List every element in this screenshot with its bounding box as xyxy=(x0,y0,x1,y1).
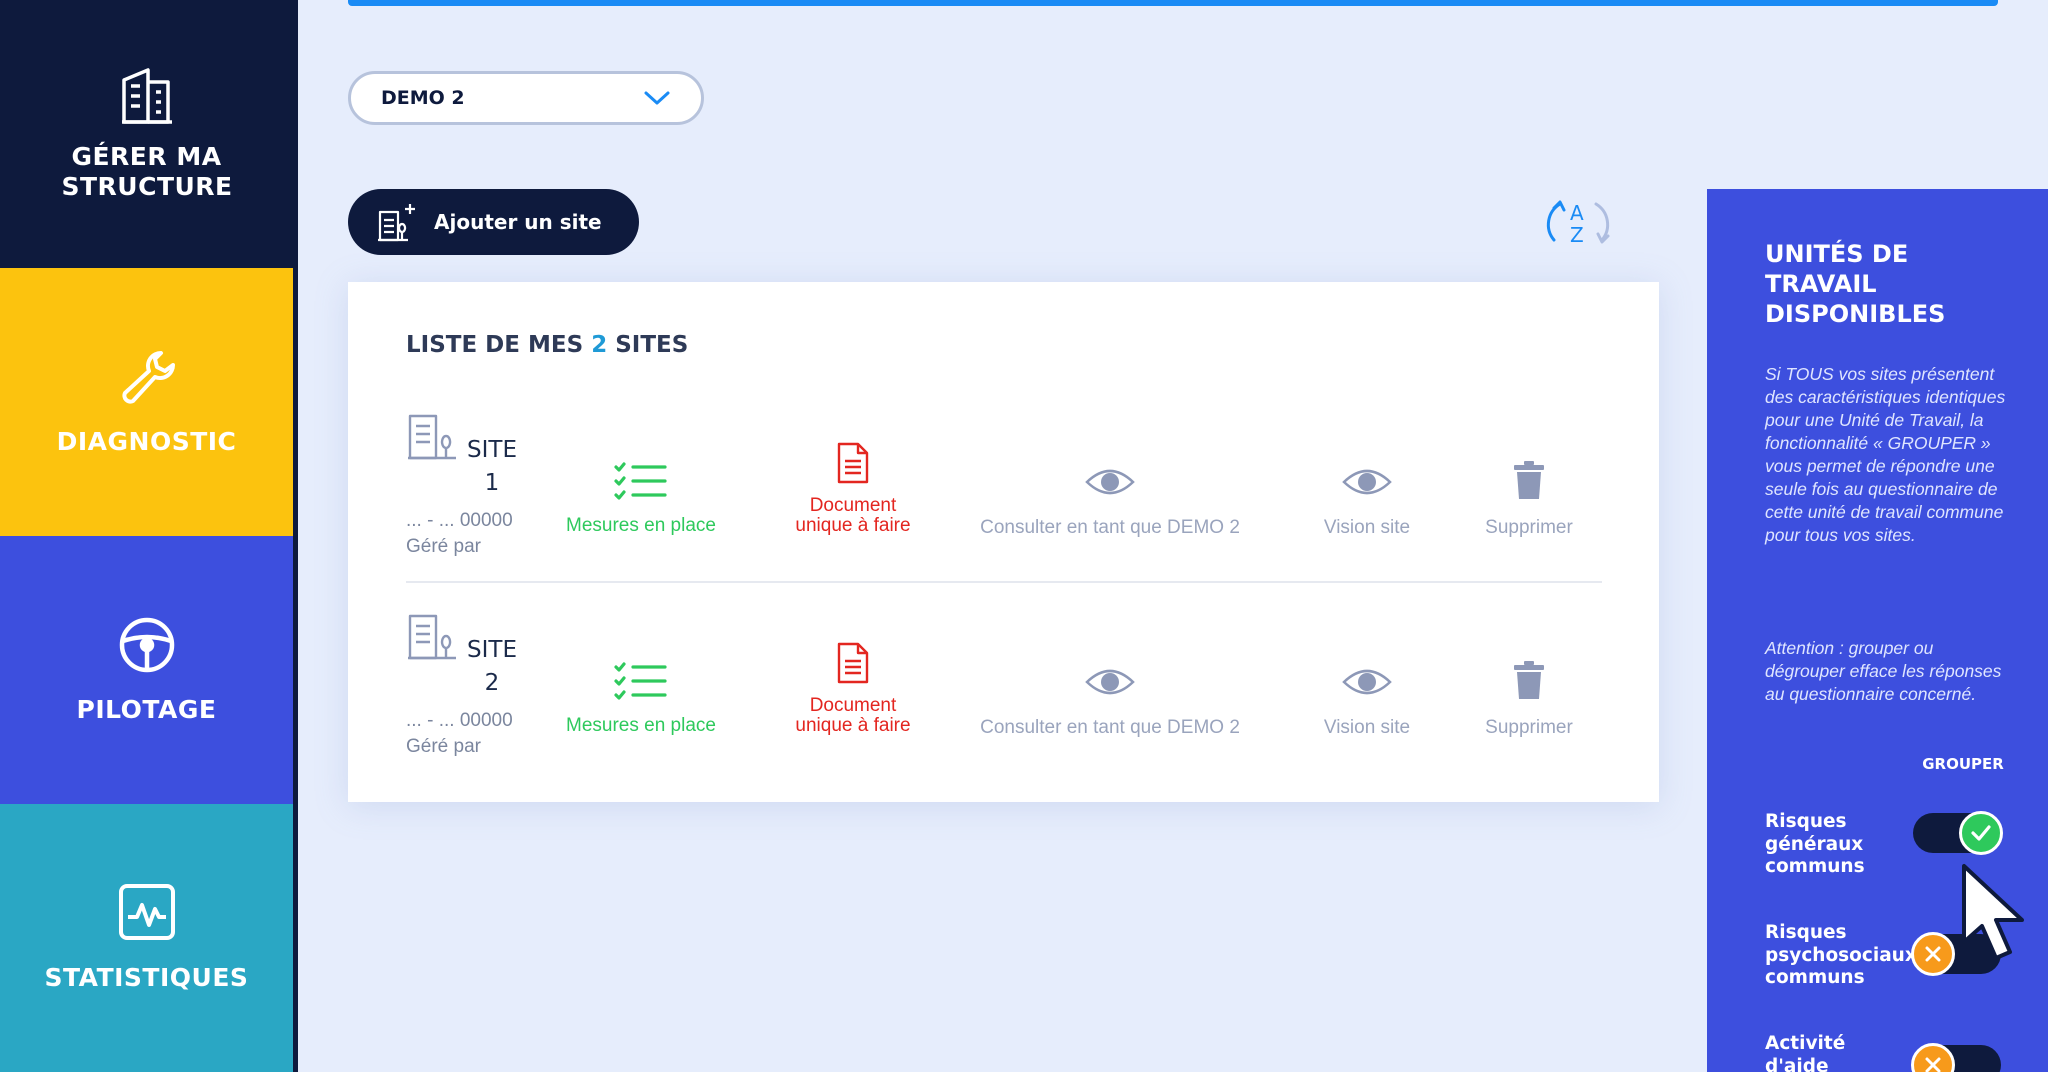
mesures-en-place-link[interactable]: Mesures en place xyxy=(546,462,736,536)
mesures-label: Mesures en place xyxy=(566,715,716,736)
checklist-icon xyxy=(614,662,667,700)
sidebar-item-label: DIAGNOSTIC xyxy=(56,427,237,456)
sidebar-item-label: STATISTIQUES xyxy=(44,963,249,992)
eye-icon xyxy=(1342,669,1392,695)
vision-label: Vision site xyxy=(1323,517,1411,538)
work-unit-label: Risques généraux communs xyxy=(1765,811,1865,877)
sidebar-item-pilotage[interactable]: PILOTAGE xyxy=(0,536,293,804)
sidebar-item-statistiques[interactable]: STATISTIQUES xyxy=(0,804,293,1072)
site-row: SITE 2 ... - ... 00000 Géré par Mesures … xyxy=(406,612,1606,782)
sidebar-item-label: GÉRER MA STRUCTURE xyxy=(61,142,233,201)
panel-warning: Attention : grouper ou dégrouper efface … xyxy=(1765,638,2002,704)
mesures-en-place-link[interactable]: Mesures en place xyxy=(546,662,736,736)
group-toggle[interactable] xyxy=(1913,811,2003,855)
sort-az-button[interactable]: A Z xyxy=(1540,192,1616,252)
group-column-header: GROUPER xyxy=(1922,755,2004,773)
eye-icon xyxy=(1085,469,1135,495)
site-address: ... - ... 00000 xyxy=(406,710,513,731)
sites-count: 2 xyxy=(591,332,608,358)
sidebar: GÉRER MA STRUCTURE DIAGNOSTIC PILOTAGE S… xyxy=(0,0,298,1072)
activity-chart-icon xyxy=(118,884,175,940)
close-icon xyxy=(1911,1043,1955,1072)
sites-list-title: LISTE DE MES 2 SITES xyxy=(406,332,688,358)
eye-icon xyxy=(1342,469,1392,495)
consult-label: Consulter en tant que DEMO 2 xyxy=(980,717,1240,738)
trash-icon xyxy=(1514,661,1544,699)
work-unit-label: Risques psychosociaux communs xyxy=(1765,922,1917,988)
title-suffix: SITES xyxy=(615,332,689,358)
site-manager: Géré par xyxy=(406,536,481,557)
document-icon xyxy=(837,442,869,484)
organization-select-value: DEMO 2 xyxy=(381,87,465,109)
sort-az-icon: A Z xyxy=(1546,200,1610,247)
document-label: Document unique à faire xyxy=(795,495,911,536)
document-label: Document unique à faire xyxy=(795,695,911,736)
building-icon xyxy=(121,68,172,124)
site-name: SITE 1 xyxy=(467,437,517,496)
group-toggle[interactable] xyxy=(1911,1043,2001,1072)
supprimer-button[interactable]: Supprimer xyxy=(1464,460,1594,538)
top-progress-line xyxy=(348,0,1998,6)
vision-label: Vision site xyxy=(1323,717,1411,738)
title-prefix: LISTE DE MES xyxy=(406,332,584,358)
vision-site-link[interactable]: Vision site xyxy=(1292,666,1442,738)
delete-label: Supprimer xyxy=(1485,517,1573,538)
trash-icon xyxy=(1514,461,1544,499)
consulter-en-tant-que-link[interactable]: Consulter en tant que DEMO 2 xyxy=(960,466,1260,538)
chevron-down-icon xyxy=(644,91,670,105)
site-building-icon xyxy=(408,614,456,660)
consulter-en-tant-que-link[interactable]: Consulter en tant que DEMO 2 xyxy=(960,666,1260,738)
document-unique-link[interactable]: Document unique à faire xyxy=(792,642,914,736)
sites-list-card: LISTE DE MES 2 SITES SITE 1 ... - ... 00… xyxy=(348,282,1659,802)
site-manager: Géré par xyxy=(406,736,481,757)
check-icon xyxy=(1959,811,2003,855)
add-building-icon xyxy=(378,204,415,242)
close-icon xyxy=(1911,932,1955,976)
work-unit-row: Activité d'aide dentaire xyxy=(1765,1033,2045,1072)
site-name: SITE 2 xyxy=(467,637,517,696)
document-icon xyxy=(837,642,869,684)
row-divider xyxy=(406,581,1602,583)
add-site-label: Ajouter un site xyxy=(434,210,602,234)
document-unique-link[interactable]: Document unique à faire xyxy=(792,442,914,536)
checklist-icon xyxy=(614,462,667,500)
site-row: SITE 1 ... - ... 00000 Géré par Mesures … xyxy=(406,412,1606,582)
panel-title: UNITÉS DE TRAVAIL DISPONIBLES xyxy=(1765,240,1946,328)
sort-letter-z: Z xyxy=(1570,223,1584,247)
sidebar-item-gerer-ma-structure[interactable]: GÉRER MA STRUCTURE xyxy=(0,0,293,268)
site-address: ... - ... 00000 xyxy=(406,510,513,531)
vision-site-link[interactable]: Vision site xyxy=(1292,466,1442,538)
organization-select[interactable]: DEMO 2 xyxy=(348,71,704,125)
supprimer-button[interactable]: Supprimer xyxy=(1464,660,1594,738)
eye-icon xyxy=(1085,669,1135,695)
add-site-button[interactable]: Ajouter un site xyxy=(348,189,639,255)
mesures-label: Mesures en place xyxy=(566,515,716,536)
sort-letter-a: A xyxy=(1570,201,1584,225)
work-unit-label: Activité d'aide dentaire xyxy=(1765,1033,1846,1072)
delete-label: Supprimer xyxy=(1485,717,1573,738)
consult-label: Consulter en tant que DEMO 2 xyxy=(980,517,1240,538)
panel-description: Si TOUS vos sites présentent des caracté… xyxy=(1765,364,2006,545)
sidebar-item-label: PILOTAGE xyxy=(76,695,217,724)
sidebar-item-diagnostic[interactable]: DIAGNOSTIC xyxy=(0,268,293,536)
wrench-icon xyxy=(121,351,175,404)
mouse-pointer-icon xyxy=(1962,864,2024,960)
site-building-icon xyxy=(408,414,456,460)
steering-wheel-icon xyxy=(119,617,174,673)
